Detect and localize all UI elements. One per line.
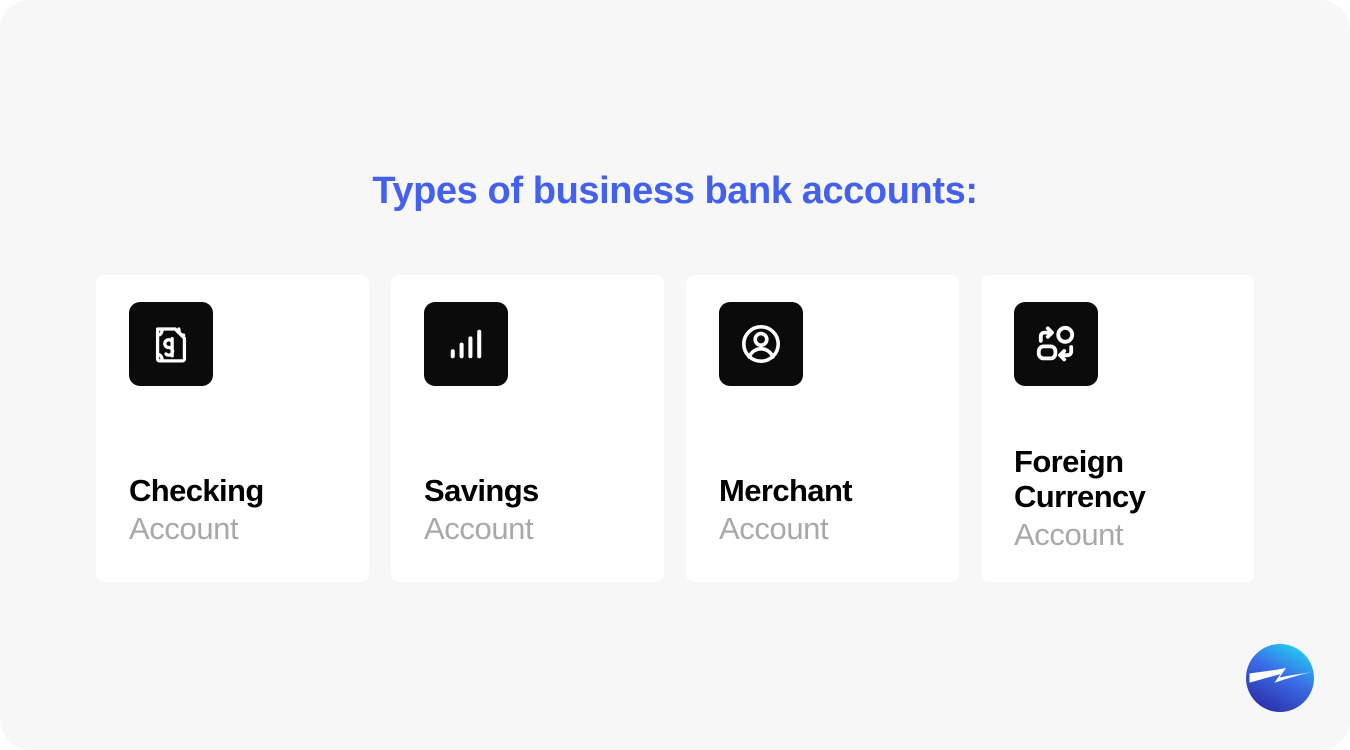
icon-tile [129,302,213,386]
account-card-merchant[interactable]: Merchant Account [686,275,959,582]
card-text-block: Savings Account [424,473,650,548]
card-title: Foreign Currency [1014,443,1146,515]
page-canvas: Types of business bank accounts: Checkin… [0,0,1350,750]
account-card-savings[interactable]: Savings Account [391,275,664,582]
card-subtitle: Account [1014,517,1124,553]
card-text-block: Foreign Currency Account [1014,444,1240,554]
card-title: Merchant [719,473,853,509]
page-title: Types of business bank accounts: [372,170,978,212]
user-circle-icon [737,320,785,368]
icon-tile [719,302,803,386]
icon-tile [1014,302,1098,386]
card-subtitle: Account [424,511,534,547]
account-card-checking[interactable]: Checking Account [96,275,369,582]
card-text-block: Checking Account [129,473,355,548]
card-title: Savings [424,473,539,509]
money-bill-icon [148,321,194,367]
account-types-card-list: Checking Account Savings Account Merchan… [96,275,1254,582]
card-text-block: Merchant Account [719,473,945,548]
card-subtitle: Account [719,511,829,547]
currency-exchange-icon [1032,320,1080,368]
icon-tile [424,302,508,386]
card-subtitle: Account [129,511,239,547]
bar-chart-icon [443,321,489,367]
card-title: Checking [129,473,264,509]
lightning-bolt-logo [1243,641,1317,715]
account-card-foreign-currency[interactable]: Foreign Currency Account [981,275,1254,582]
